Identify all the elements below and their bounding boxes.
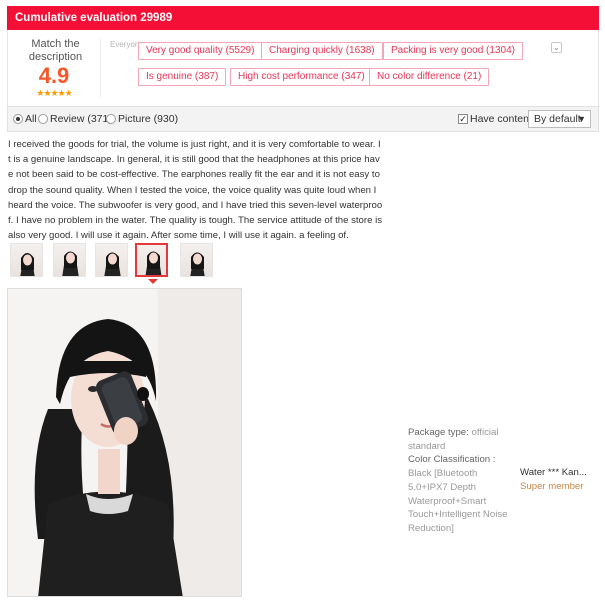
filter-picture-label[interactable]: Picture (930) <box>118 113 178 125</box>
tag-very-good-quality[interactable]: Very good quality (5529) <box>138 42 263 60</box>
filter-all-label[interactable]: All <box>25 113 37 125</box>
summary-divider <box>100 38 101 98</box>
color-classification-value: Black [Bluetooth 5.0+IPX7 Depth Waterpro… <box>408 468 508 534</box>
tag-no-color-difference[interactable]: No color difference (21) <box>369 68 490 86</box>
radio-all[interactable] <box>13 114 23 124</box>
tag-packing-very-good[interactable]: Packing is very good (1304) <box>383 42 523 60</box>
filter-bar: All Review (371) Picture (930) ✓ Have co… <box>7 106 599 132</box>
chevron-down-icon: ▼ <box>577 114 586 124</box>
tag-charging-quickly[interactable]: Charging quickly (1638) <box>261 42 383 60</box>
selected-thumbnail-caret <box>148 279 158 284</box>
review-thumbnail[interactable] <box>53 243 86 277</box>
color-classification-key: Color Classification : <box>408 454 496 466</box>
radio-review[interactable] <box>38 114 48 124</box>
score-label: Match the description <box>28 38 83 63</box>
sort-select[interactable]: By default ▼ <box>528 110 591 128</box>
review-thumbnail-selected[interactable] <box>135 243 168 277</box>
review-text: I received the goods for trial, the volu… <box>8 139 383 242</box>
review-photo[interactable] <box>7 288 242 597</box>
have-content-checkbox[interactable]: ✓ <box>458 114 468 124</box>
score-value: 4.9 <box>38 63 70 88</box>
reviewer-level: Super member <box>520 481 584 492</box>
tag-is-genuine[interactable]: Is genuine (387) <box>138 68 227 86</box>
package-type-key: Package type: <box>408 427 469 438</box>
review-thumbnail[interactable] <box>180 243 213 277</box>
review-photo-illustration <box>8 289 241 596</box>
reviewer-name[interactable]: Water *** Kan... <box>520 467 587 478</box>
sort-select-value: By default <box>534 113 581 125</box>
cumulative-evaluation-header: Cumulative evaluation 29989 <box>7 6 599 30</box>
review-thumbnail[interactable] <box>10 243 43 277</box>
have-content-label[interactable]: Have content <box>470 113 532 125</box>
review-summary: Match the description 4.9 ★★★★★ Everyone… <box>7 30 599 106</box>
filter-review-label[interactable]: Review (371) <box>50 113 112 125</box>
radio-picture[interactable] <box>106 114 116 124</box>
sku-info: Package type: official standard Color Cl… <box>408 426 513 536</box>
tag-high-cost-performance[interactable]: High cost performance (347) <box>230 68 373 86</box>
score-box: Match the description 4.9 ★★★★★ <box>8 30 100 106</box>
review-thumbnail[interactable] <box>95 243 128 277</box>
expand-tags-chevron-icon[interactable]: ⌄ <box>551 42 562 53</box>
star-rating: ★★★★★ <box>36 88 72 98</box>
